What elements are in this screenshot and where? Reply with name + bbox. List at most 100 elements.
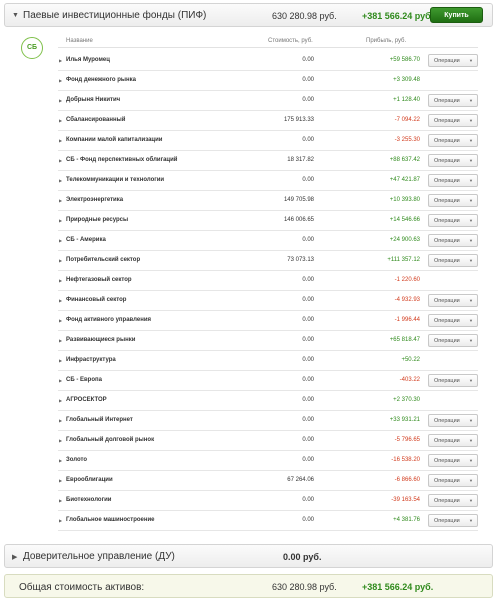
operations-dropdown[interactable]: Операции ▼ [428,234,478,247]
row-expand-icon[interactable]: ▶ [59,178,62,183]
row-expand-icon[interactable]: ▶ [59,458,62,463]
fund-name[interactable]: СБ - Европа [66,377,102,383]
operations-dropdown[interactable]: Операции ▼ [428,514,478,527]
operations-dropdown[interactable]: Операции ▼ [428,154,478,167]
operations-dropdown[interactable]: Операции ▼ [428,294,478,307]
fund-cost: 0.00 [302,237,314,243]
total-assets-bar: Общая стоимость активов: 630 280.98 руб.… [4,574,493,598]
operations-dropdown[interactable]: Операции ▼ [428,374,478,387]
operations-dropdown[interactable]: Операции ▼ [428,314,478,327]
row-expand-icon[interactable]: ▶ [59,318,62,323]
fund-name[interactable]: Сбалансированный [66,117,125,123]
row-expand-icon[interactable]: ▶ [59,118,62,123]
fund-name[interactable]: СБ - Америка [66,237,106,243]
operations-dropdown[interactable]: Операции ▼ [428,194,478,207]
table-row: ▶ Нефтегазовый сектор 0.00 -1 220.60 [58,271,478,291]
row-expand-icon[interactable]: ▶ [59,138,62,143]
fund-name[interactable]: Глобальное машиностроение [66,517,155,523]
pif-section-header[interactable]: ▼ Паевые инвестиционные фонды (ПИФ) 630 … [4,3,493,27]
row-expand-icon[interactable]: ▶ [59,478,62,483]
fund-profit: +59 586.70 [389,57,420,63]
table-row: ▶ Потребительский сектор 73 073.13 +111 357… [58,251,478,271]
fund-name[interactable]: Фонд активного управления [66,317,151,323]
row-expand-icon[interactable]: ▶ [59,418,62,423]
fund-name[interactable]: Еврооблигации [66,477,113,483]
fund-name[interactable]: Природные ресурсы [66,217,128,223]
du-section-header[interactable]: ▶ Доверительное управление (ДУ) 0.00 руб… [4,544,493,568]
operations-dropdown[interactable]: Операции ▼ [428,94,478,107]
row-expand-icon[interactable]: ▶ [59,158,62,163]
total-assets-amount: 630 280.98 руб. [272,582,337,592]
row-expand-icon[interactable]: ▶ [59,78,62,83]
table-row: ▶ Биотехнологии 0.00 -39 163.54 Операции ▼ [58,491,478,511]
fund-name[interactable]: Илья Муромец [66,57,110,63]
operations-label: Операции [434,298,460,304]
operations-dropdown[interactable]: Операции ▼ [428,434,478,447]
fund-name[interactable]: Развивающиеся рынки [66,337,135,343]
caret-down-icon: ▼ [469,118,473,123]
fund-name[interactable]: Финансовый сектор [66,297,126,303]
fund-name[interactable]: Инфраструктура [66,357,116,363]
fund-cost: 0.00 [302,437,314,443]
row-expand-icon[interactable]: ▶ [59,518,62,523]
operations-dropdown[interactable]: Операции ▼ [428,54,478,67]
operations-dropdown[interactable]: Операции ▼ [428,414,478,427]
fund-name[interactable]: Компании малой капитализации [66,137,163,143]
fund-name[interactable]: Электроэнергетика [66,197,123,203]
row-expand-icon[interactable]: ▶ [59,398,62,403]
buy-button[interactable]: Купить [430,7,483,23]
fund-name[interactable]: Добрыня Никитич [66,97,120,103]
operations-dropdown[interactable]: Операции ▼ [428,454,478,467]
row-expand-icon[interactable]: ▶ [59,58,62,63]
operations-dropdown[interactable]: Операции ▼ [428,334,478,347]
fund-cost: 149 705.98 [283,197,314,203]
row-expand-icon[interactable]: ▶ [59,218,62,223]
row-expand-icon[interactable]: ▶ [59,278,62,283]
row-expand-icon[interactable]: ▶ [59,338,62,343]
fund-name[interactable]: СБ - Фонд перспективных облигаций [66,157,177,163]
fund-name[interactable]: Фонд денежного рынка [66,77,136,83]
row-expand-icon[interactable]: ▶ [59,98,62,103]
du-section-title: Доверительное управление (ДУ) [23,551,175,562]
row-expand-icon[interactable]: ▶ [59,358,62,363]
fund-name[interactable]: Нефтегазовый сектор [66,277,132,283]
operations-label: Операции [434,478,460,484]
fund-profit: +2 370.30 [393,397,420,403]
chevron-right-icon[interactable]: ▶ [12,553,17,561]
operations-dropdown[interactable]: Операции ▼ [428,174,478,187]
caret-down-icon: ▼ [469,318,473,323]
operations-label: Операции [434,158,460,164]
fund-name[interactable]: Потребительский сектор [66,257,140,263]
operations-label: Операции [434,118,460,124]
fund-cost: 0.00 [302,377,314,383]
operations-label: Операции [434,418,460,424]
row-expand-icon[interactable]: ▶ [59,298,62,303]
row-expand-icon[interactable]: ▶ [59,438,62,443]
fund-name[interactable]: Телекоммуникации и технологии [66,177,164,183]
row-expand-icon[interactable]: ▶ [59,378,62,383]
row-expand-icon[interactable]: ▶ [59,258,62,263]
operations-dropdown[interactable]: Операции ▼ [428,134,478,147]
operations-dropdown[interactable]: Операции ▼ [428,214,478,227]
operations-label: Операции [434,238,460,244]
table-row: ▶ СБ - Европа 0.00 -403.22 Операции ▼ [58,371,478,391]
operations-dropdown[interactable]: Операции ▼ [428,114,478,127]
fund-profit: -5 796.65 [394,437,420,443]
chevron-down-icon[interactable]: ▼ [12,12,19,19]
pif-total-profit: +381 566.24 руб. [362,11,434,21]
fund-name[interactable]: Золото [66,457,87,463]
table-row: ▶ Фонд денежного рынка 0.00 +3 309.48 [58,71,478,91]
operations-dropdown[interactable]: Операции ▼ [428,474,478,487]
operations-label: Операции [434,318,460,324]
table-row: ▶ АГРОСЕКТОР 0.00 +2 370.30 [58,391,478,411]
row-expand-icon[interactable]: ▶ [59,198,62,203]
row-expand-icon[interactable]: ▶ [59,498,62,503]
fund-name[interactable]: Глобальный Интернет [66,417,133,423]
fund-name[interactable]: Глобальный долговой рынок [66,437,154,443]
fund-profit: +4 381.76 [393,517,420,523]
row-expand-icon[interactable]: ▶ [59,238,62,243]
fund-name[interactable]: АГРОСЕКТОР [66,397,107,403]
operations-dropdown[interactable]: Операции ▼ [428,494,478,507]
fund-name[interactable]: Биотехнологии [66,497,111,503]
operations-dropdown[interactable]: Операции ▼ [428,254,478,267]
